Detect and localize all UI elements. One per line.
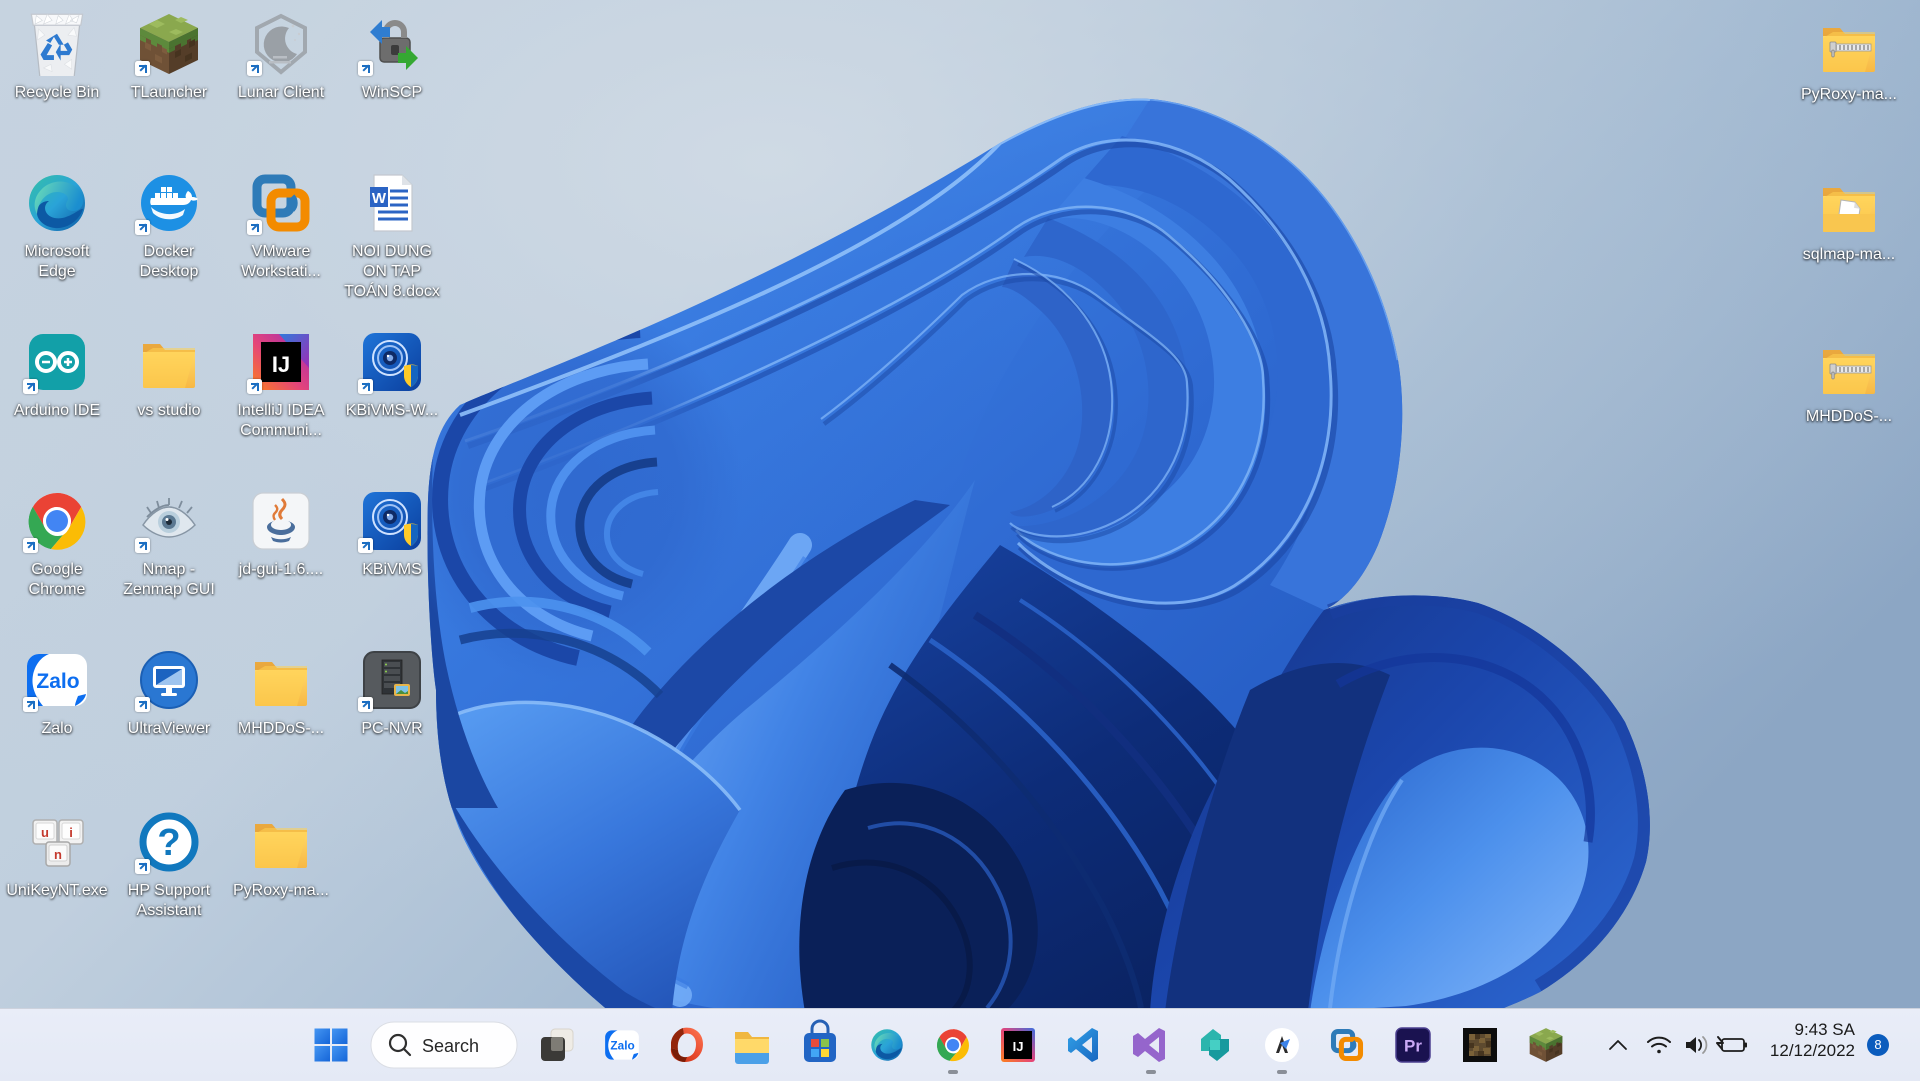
svg-text:u: u (41, 825, 49, 840)
svg-text:Pr: Pr (1404, 1037, 1422, 1056)
svg-text:IJ: IJ (1013, 1039, 1024, 1054)
svg-text:IJ: IJ (272, 352, 290, 377)
svg-text:Search: Search (422, 1036, 479, 1056)
svg-text:i: i (69, 825, 73, 840)
svg-text:?: ? (157, 822, 180, 864)
svg-text:n: n (54, 847, 62, 862)
svg-text:W: W (372, 190, 387, 207)
